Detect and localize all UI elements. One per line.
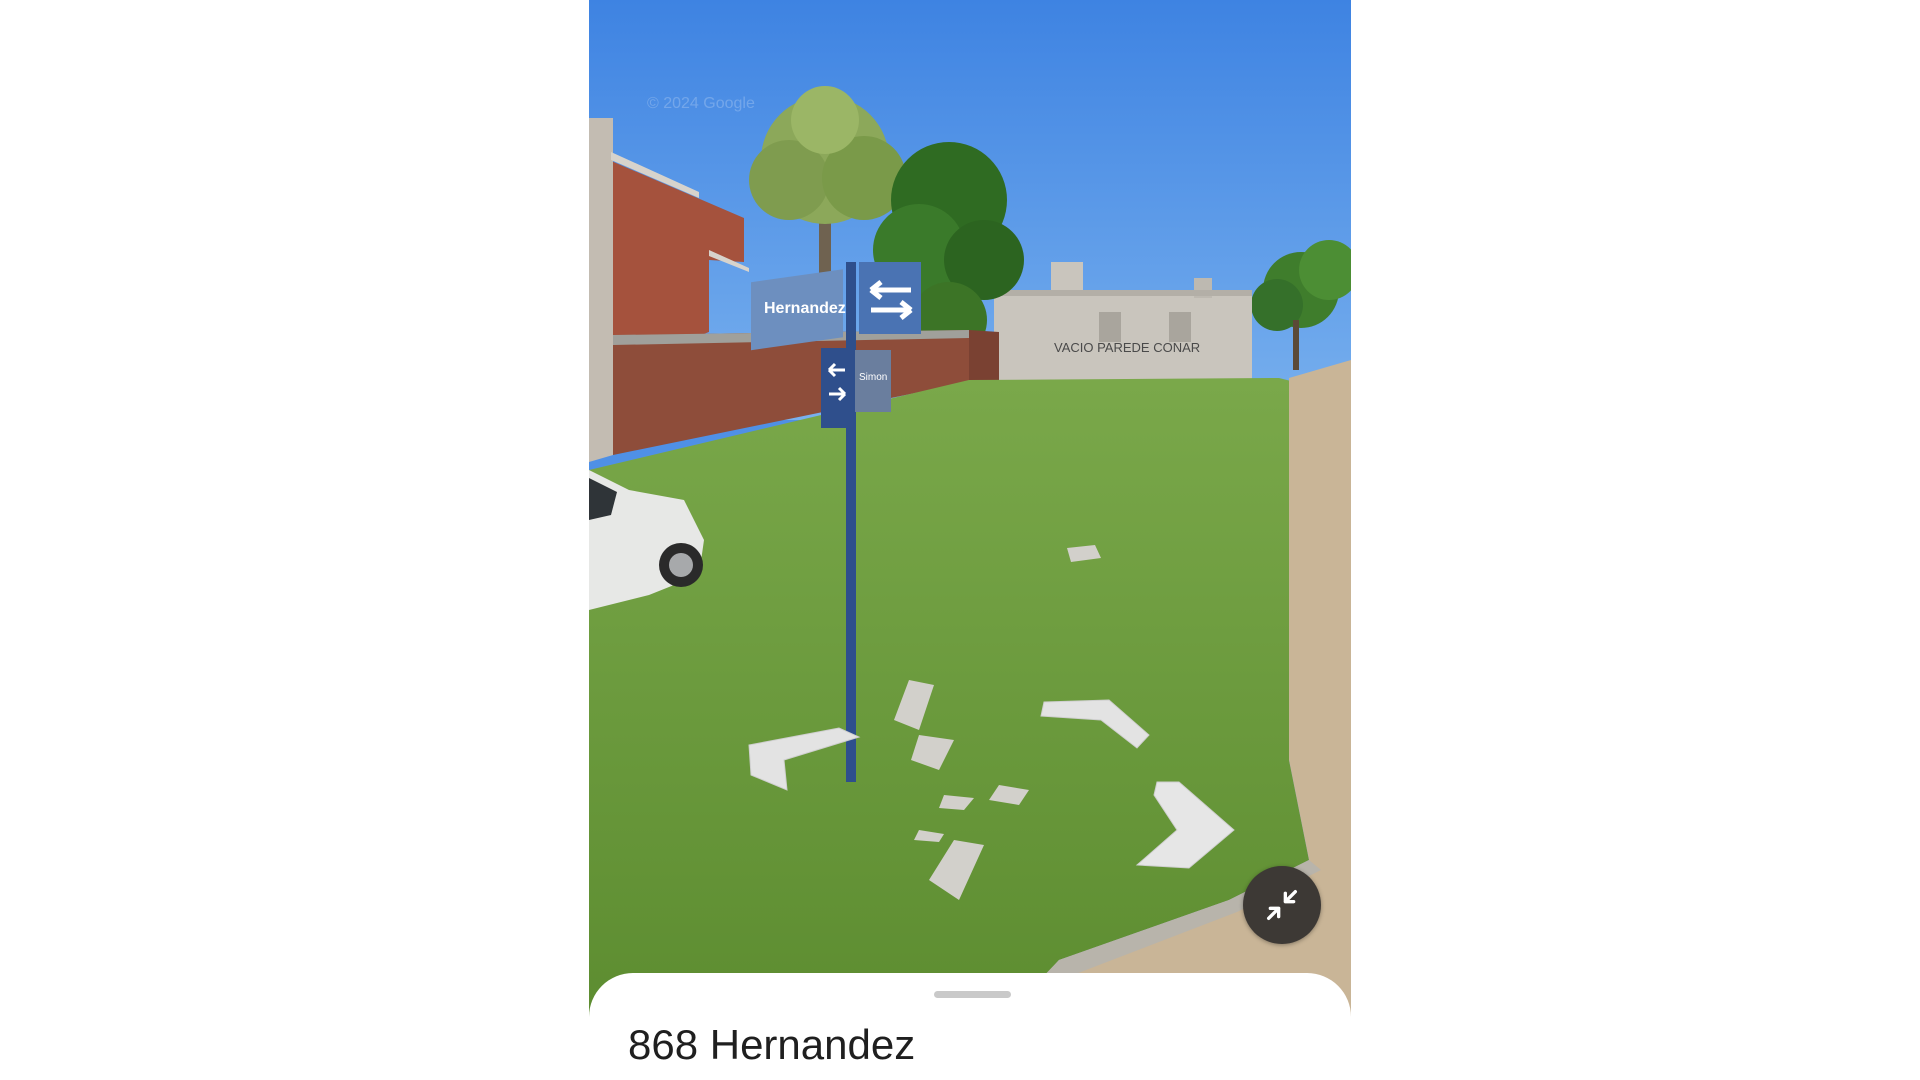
minimize-icon (1267, 890, 1297, 920)
exit-street-view-button[interactable] (1243, 866, 1321, 944)
bottom-sheet[interactable]: 868 Hernandez (589, 973, 1351, 1080)
sign-two-way-arrows (859, 262, 921, 334)
street-view-panorama[interactable]: © 2024 Google VACIO PAREDE CONAR Hernand… (589, 0, 1351, 1080)
sign-hernandez: Hernandez (751, 269, 846, 351)
street-view-image[interactable]: © 2024 Google VACIO PAREDE CONAR Hernand… (589, 0, 1351, 1080)
wall-graffiti: VACIO PAREDE CONAR (1054, 340, 1200, 355)
place-address: 868 Hernandez (628, 1021, 916, 1068)
drag-handle[interactable] (934, 991, 1011, 998)
watermark-text: © 2024 Google (647, 95, 755, 112)
sign-secondary-name: Simon (859, 372, 887, 383)
sign-street-name: Hernandez (764, 300, 846, 317)
